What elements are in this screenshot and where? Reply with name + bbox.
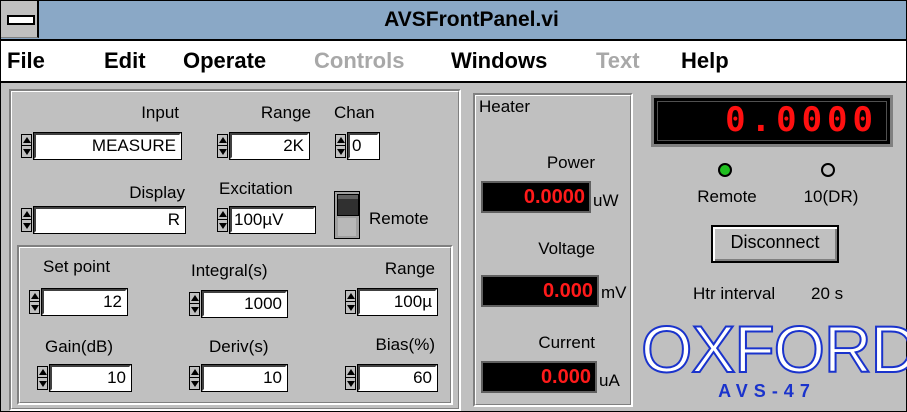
chan-control[interactable]: 0 <box>335 132 380 160</box>
range-spinner[interactable] <box>217 134 228 158</box>
pid-range-value[interactable]: 100µ <box>357 288 438 316</box>
chan-label: Chan <box>334 103 375 122</box>
deriv-control[interactable]: 10 <box>189 364 288 392</box>
dr-led-label: 10(DR) <box>803 187 859 206</box>
input-label: Input <box>141 103 179 122</box>
oxford-logo-subtext: AVS-47 <box>718 381 816 401</box>
display-value[interactable]: R <box>33 206 186 234</box>
range-ring[interactable]: 2K <box>217 132 310 160</box>
remote-toggle-label: Remote <box>369 209 429 228</box>
excitation-ring[interactable]: 100µV <box>217 206 316 234</box>
disconnect-button[interactable]: Disconnect <box>711 225 839 263</box>
setpoint-value[interactable]: 12 <box>41 288 128 316</box>
setpoint-spinner[interactable] <box>29 290 40 314</box>
reading-display: 0.0000 <box>651 95 893 147</box>
menu-bar: File Edit Operate Controls Windows Text … <box>1 41 906 83</box>
deriv-label: Deriv(s) <box>209 337 269 356</box>
menu-windows[interactable]: Windows <box>451 41 547 81</box>
integral-label: Integral(s) <box>191 261 268 280</box>
gain-label: Gain(dB) <box>45 337 114 356</box>
range-value[interactable]: 2K <box>229 132 310 160</box>
power-label: Power <box>546 153 595 172</box>
input-ring[interactable]: MEASURE <box>21 132 182 160</box>
window-title: AVSFrontPanel.vi <box>384 8 559 31</box>
htr-interval-value: 20 s <box>811 284 844 303</box>
remote-led-icon <box>718 163 732 177</box>
gain-value[interactable]: 10 <box>49 364 132 392</box>
excitation-value[interactable]: 100µV <box>229 206 316 234</box>
deriv-value[interactable]: 10 <box>201 364 288 392</box>
voltage-unit: mV <box>601 283 627 302</box>
dr-led-icon <box>821 163 835 177</box>
integral-spinner[interactable] <box>189 292 200 316</box>
integral-control[interactable]: 1000 <box>189 290 288 318</box>
input-value[interactable]: MEASURE <box>33 132 182 160</box>
gain-control[interactable]: 10 <box>37 364 132 392</box>
pid-range-label: Range <box>384 259 435 278</box>
excitation-spinner[interactable] <box>217 208 228 232</box>
bias-control[interactable]: 60 <box>345 364 438 392</box>
menu-edit[interactable]: Edit <box>104 41 146 81</box>
display-spinner[interactable] <box>21 208 32 232</box>
menu-help[interactable]: Help <box>681 41 729 81</box>
bias-spinner[interactable] <box>345 366 356 390</box>
current-indicator: 0.000 <box>481 361 597 393</box>
pid-range-control[interactable]: 100µ <box>345 288 438 316</box>
setpoint-control[interactable]: 12 <box>29 288 128 316</box>
menu-file[interactable]: File <box>7 41 45 81</box>
pid-range-spinner[interactable] <box>345 290 356 314</box>
current-label: Current <box>538 333 595 352</box>
application-window: AVSFrontPanel.vi File Edit Operate Contr… <box>0 0 907 412</box>
display-label: Display <box>129 183 185 202</box>
deriv-spinner[interactable] <box>189 366 200 390</box>
gain-spinner[interactable] <box>37 366 48 390</box>
display-ring[interactable]: R <box>21 206 186 234</box>
voltage-indicator: 0.000 <box>481 275 599 307</box>
toggle-lever <box>337 194 359 216</box>
reading-value: 0.0000 <box>725 100 878 140</box>
setpoint-label: Set point <box>43 257 111 276</box>
menu-operate[interactable]: Operate <box>183 41 266 81</box>
input-spinner[interactable] <box>21 134 32 158</box>
menu-text: Text <box>596 48 640 73</box>
integral-value[interactable]: 1000 <box>201 290 288 318</box>
power-indicator: 0.0000 <box>481 181 591 213</box>
heater-title: Heater <box>479 97 531 116</box>
oxford-logo: OXFORD <box>640 312 907 386</box>
current-unit: uA <box>599 371 620 390</box>
remote-toggle-switch[interactable] <box>334 191 360 239</box>
power-unit: uW <box>593 191 619 210</box>
excitation-label: Excitation <box>219 179 293 198</box>
system-menu-button[interactable] <box>1 1 39 38</box>
remote-led-label: Remote <box>697 187 757 206</box>
title-bar: AVSFrontPanel.vi <box>1 1 906 41</box>
chan-value[interactable]: 0 <box>347 132 380 160</box>
range-label: Range <box>260 103 311 122</box>
system-menu-icon <box>7 15 35 25</box>
bias-value[interactable]: 60 <box>357 364 438 392</box>
menu-controls: Controls <box>314 48 405 73</box>
voltage-label: Voltage <box>538 239 595 258</box>
htr-interval-label: Htr interval <box>693 284 776 303</box>
chan-spinner[interactable] <box>335 134 346 158</box>
bias-label: Bias(%) <box>375 335 435 354</box>
